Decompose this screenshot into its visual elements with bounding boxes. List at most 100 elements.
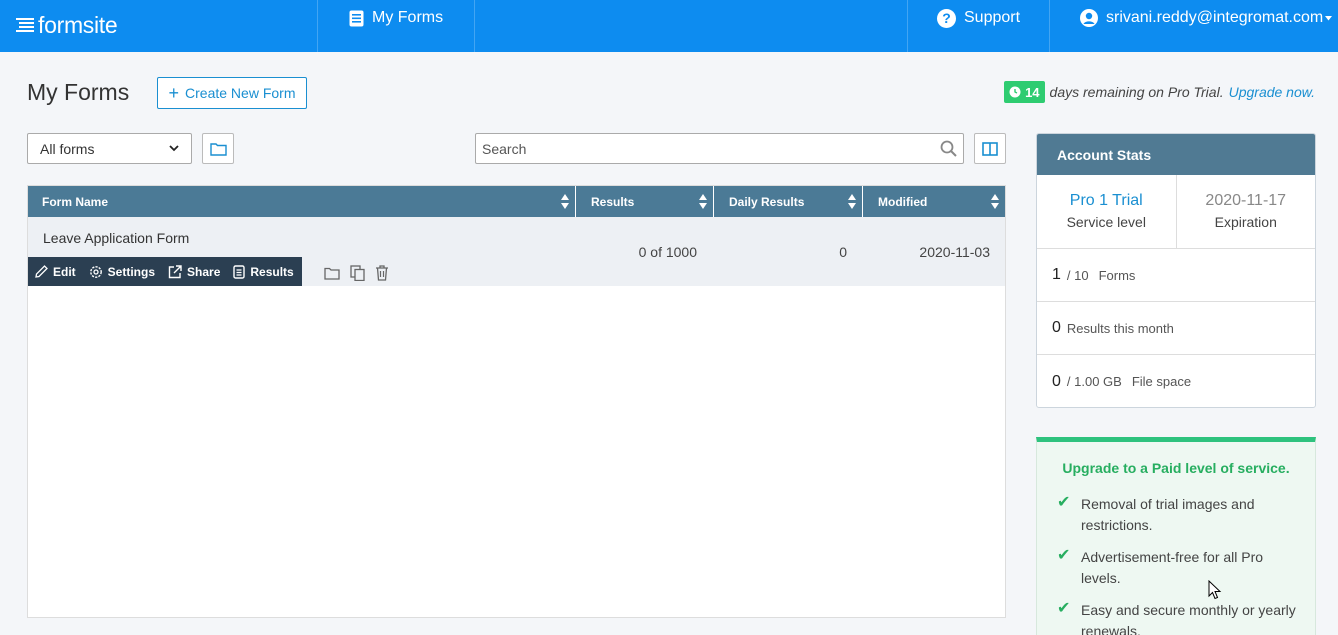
- create-new-form-label: Create New Form: [185, 85, 296, 101]
- settings-button[interactable]: Settings: [84, 257, 163, 286]
- table-row[interactable]: Leave Application Form Edit Settings Sha…: [28, 217, 1005, 286]
- results-button[interactable]: Results: [228, 257, 301, 286]
- trash-icon[interactable]: [375, 265, 389, 281]
- help-icon: ?: [937, 8, 956, 28]
- column-header-modified[interactable]: Modified: [864, 186, 1005, 217]
- gear-icon: [89, 265, 102, 278]
- column-header-results[interactable]: Results: [577, 186, 714, 217]
- forms-used: 1: [1052, 266, 1061, 283]
- column-label: Modified: [878, 194, 928, 209]
- daily-results-cell: 0: [839, 244, 847, 260]
- chevron-down-icon: [169, 145, 179, 152]
- sort-icon: [699, 194, 707, 209]
- share-label: Share: [187, 264, 221, 279]
- forms-filter-value: All forms: [40, 140, 95, 157]
- nav-my-forms[interactable]: My Forms: [349, 0, 443, 44]
- results-stat-row: 0 Results this month: [1037, 302, 1315, 355]
- folder-icon: [209, 142, 227, 156]
- results-cell: 0 of 1000: [638, 244, 697, 260]
- search-field[interactable]: [475, 133, 964, 164]
- forms-stat-row: 1 / 10 Forms: [1037, 249, 1315, 302]
- plus-icon: +: [168, 83, 180, 103]
- list-item: ✔ Easy and secure monthly or yearly renew…: [1057, 600, 1301, 635]
- top-navbar: formsite My Forms ? Support srivani.redd…: [0, 0, 1338, 52]
- benefit-text: Easy and secure monthly or yearly renewa…: [1081, 602, 1296, 635]
- user-email: srivani.reddy@integromat.com: [1106, 9, 1324, 26]
- checkmark-icon: ✔: [1057, 494, 1071, 511]
- results-month-value: 0: [1052, 319, 1061, 336]
- trial-text: days remaining on Pro Trial.: [1049, 84, 1224, 100]
- upgrade-benefits-list: ✔ Removal of trial images and restriction…: [1037, 494, 1315, 635]
- forms-filter-select[interactable]: All forms: [27, 133, 192, 164]
- trial-days: 14: [1025, 84, 1040, 100]
- service-level-label: Service level: [1066, 214, 1146, 230]
- user-menu[interactable]: srivani.reddy@integromat.com: [1080, 0, 1333, 44]
- upgrade-now-link[interactable]: Upgrade now.: [1229, 84, 1315, 100]
- column-header-form-name[interactable]: Form Name: [28, 186, 576, 217]
- column-label: Daily Results: [729, 194, 805, 209]
- benefit-text: Removal of trial images and restrictions…: [1081, 496, 1255, 533]
- checkmark-icon: ✔: [1057, 547, 1071, 564]
- logo-text: formsite: [38, 11, 118, 38]
- edit-label: Edit: [53, 264, 76, 279]
- columns-icon: [982, 141, 998, 156]
- account-stats-panel: Account Stats Pro 1 Trial Service level …: [1036, 133, 1316, 408]
- chevron-down-icon: [1325, 15, 1333, 20]
- forms-table: Form Name Results Daily Results Modified…: [27, 185, 1006, 618]
- search-input[interactable]: [482, 140, 940, 157]
- formsite-logo[interactable]: formsite: [16, 10, 118, 40]
- service-level-value[interactable]: Pro 1 Trial: [1037, 192, 1176, 210]
- forms-label: Forms: [1098, 267, 1136, 283]
- sort-icon: [991, 194, 999, 209]
- file-space-label: File space: [1131, 374, 1192, 389]
- share-button[interactable]: Share: [163, 257, 228, 286]
- row-icon-actions: [324, 265, 389, 281]
- service-level-cell: Pro 1 Trial Service level: [1037, 175, 1176, 248]
- file-space-limit: / 1.00 GB: [1066, 374, 1122, 389]
- forms-icon: [349, 10, 364, 26]
- file-space-used: 0: [1052, 372, 1061, 390]
- page-title: My Forms: [27, 79, 130, 105]
- create-new-form-button[interactable]: + Create New Form: [157, 77, 307, 109]
- duplicate-icon[interactable]: [350, 265, 365, 281]
- nav-support[interactable]: ? Support: [937, 0, 1020, 44]
- external-link-icon: [168, 264, 182, 278]
- edit-button[interactable]: Edit: [28, 257, 84, 286]
- clock-icon: [1009, 86, 1021, 98]
- list-item: ✔ Advertisement-free for all Pro levels.: [1057, 547, 1301, 589]
- nav-support-label: Support: [964, 9, 1021, 26]
- column-header-daily-results[interactable]: Daily Results: [715, 186, 863, 217]
- folder-button[interactable]: [202, 133, 234, 164]
- pencil-icon: [35, 265, 48, 278]
- nav-my-forms-label: My Forms: [372, 9, 444, 26]
- column-label: Results: [591, 194, 635, 209]
- column-label: Form Name: [42, 194, 109, 209]
- results-month-label: Results this month: [1066, 320, 1174, 336]
- search-icon[interactable]: [940, 140, 957, 157]
- upgrade-panel: Upgrade to a Paid level of service. ✔ Rem…: [1036, 437, 1316, 635]
- mouse-cursor-icon: [1208, 580, 1222, 600]
- table-header: Form Name Results Daily Results Modified: [28, 186, 1005, 217]
- sort-icon: [848, 194, 856, 209]
- settings-label: Settings: [107, 264, 156, 279]
- account-stats-title: Account Stats: [1037, 134, 1315, 175]
- upgrade-title[interactable]: Upgrade to a Paid level of service.: [1037, 460, 1315, 476]
- sort-icon: [561, 194, 569, 209]
- results-label: Results: [250, 264, 294, 279]
- file-space-stat-row: 0 / 1.00 GB File space: [1037, 355, 1315, 407]
- logo-lines-icon: [16, 18, 34, 32]
- forms-limit: / 10: [1066, 267, 1089, 283]
- document-icon: [233, 264, 246, 279]
- move-to-folder-icon[interactable]: [324, 267, 340, 280]
- list-item: ✔ Removal of trial images and restriction…: [1057, 494, 1301, 536]
- form-name-cell[interactable]: Leave Application Form: [43, 230, 189, 246]
- expiration-label: Expiration: [1214, 214, 1277, 230]
- trial-badge: 14: [1004, 81, 1045, 103]
- column-view-button[interactable]: [974, 133, 1006, 164]
- row-actions-bar: Edit Settings Share Results: [28, 257, 302, 286]
- benefit-text: Advertisement-free for all Pro levels.: [1081, 549, 1264, 586]
- modified-cell: 2020-11-03: [919, 244, 990, 260]
- trial-notice: 14 days remaining on Pro Trial. Upgrade …: [1004, 81, 1315, 103]
- expiration-value: 2020-11-17: [1205, 192, 1287, 209]
- expiration-cell: 2020-11-17 Expiration: [1175, 175, 1316, 248]
